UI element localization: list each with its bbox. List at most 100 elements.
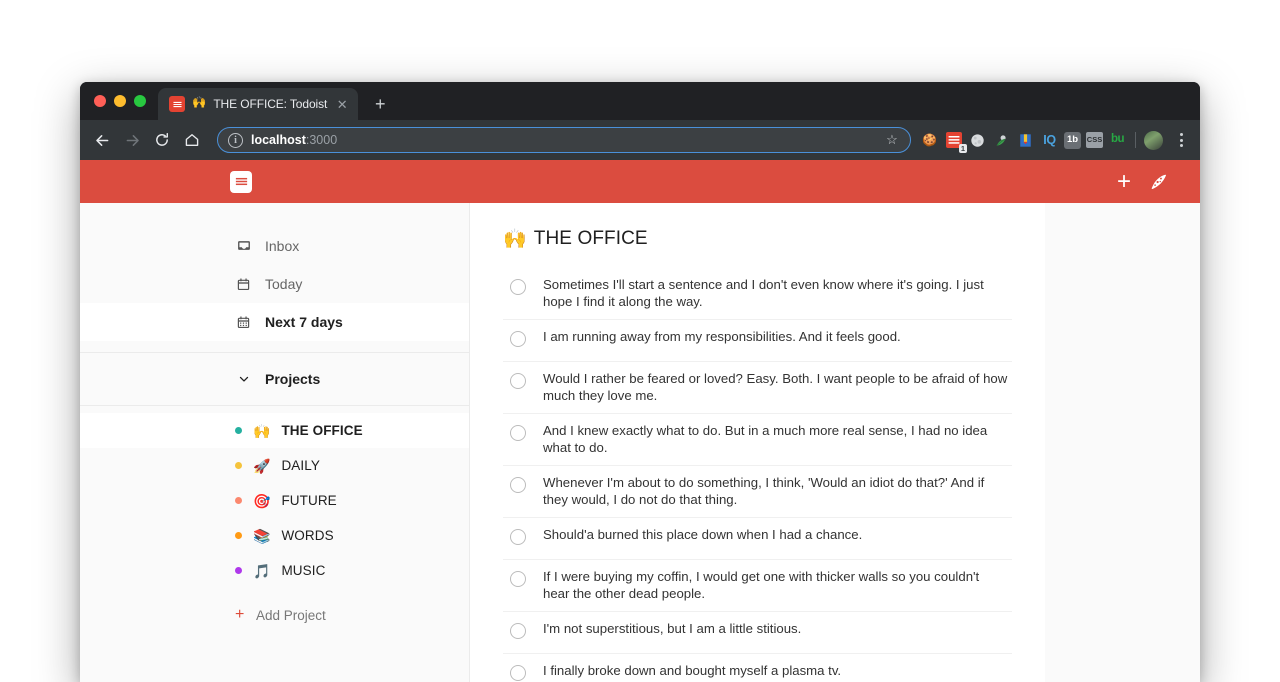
- home-button[interactable]: [178, 126, 206, 154]
- task-text: Whenever I'm about to do something, I th…: [543, 475, 985, 507]
- todoist-logo[interactable]: [230, 170, 252, 193]
- extension-badge-count: 1: [958, 143, 967, 153]
- cookie-extension-icon[interactable]: 🍪: [920, 131, 939, 150]
- project-color-dot: [235, 427, 242, 434]
- project-emoji-icon: 📚: [253, 527, 271, 544]
- project-color-dot: [235, 567, 242, 574]
- site-info-icon[interactable]: i: [228, 132, 243, 148]
- page-title-emoji-icon: 🙌: [503, 228, 527, 250]
- projects-label: Projects: [265, 371, 321, 387]
- task-text: Would I rather be feared or loved? Easy.…: [543, 371, 1008, 403]
- css-extension-icon[interactable]: CSS: [1086, 132, 1103, 148]
- task-row[interactable]: If I were buying my coffin, I would get …: [503, 560, 1012, 612]
- project-color-dot: [235, 532, 242, 539]
- project-emoji-icon: 🎵: [253, 562, 271, 579]
- profile-avatar[interactable]: [1144, 130, 1163, 150]
- globe-extension-icon[interactable]: [968, 131, 987, 150]
- browser-tab-strip: 🙌 THE OFFICE: Todoist ✕ +: [80, 82, 1200, 120]
- content-right-gutter: [1045, 203, 1200, 682]
- calendar-week-icon: [235, 314, 252, 331]
- task-row[interactable]: Would I rather be feared or loved? Easy.…: [503, 362, 1012, 414]
- page-title-text: THE OFFICE: [533, 228, 648, 249]
- url-text: localhost:3000: [251, 133, 875, 147]
- task-checkbox[interactable]: [510, 665, 526, 681]
- project-emoji-icon: 🙌: [253, 422, 271, 439]
- sidebar-divider: [80, 352, 469, 353]
- task-text: Sometimes I'll start a sentence and I do…: [543, 277, 984, 309]
- task-row[interactable]: Should'a burned this place down when I h…: [503, 518, 1012, 560]
- window-maximize-button[interactable]: [134, 95, 146, 107]
- app-header: +: [80, 160, 1200, 203]
- leaf-extension-icon[interactable]: [992, 131, 1011, 150]
- task-text: I finally broke down and bought myself a…: [543, 663, 842, 678]
- window-minimize-button[interactable]: [114, 95, 126, 107]
- add-project-button[interactable]: + Add Project: [80, 598, 469, 632]
- back-button[interactable]: [88, 126, 116, 154]
- forward-button[interactable]: [118, 126, 146, 154]
- sidebar-item-next-7-days[interactable]: Next 7 days: [80, 303, 469, 341]
- project-item-words[interactable]: 📚 WORDS: [80, 518, 469, 553]
- sidebar-item-label: Today: [265, 276, 303, 292]
- project-color-dot: [235, 462, 242, 469]
- todoist-favicon-icon: [169, 96, 185, 112]
- extension-icons: 🍪 1 IQ 1b CSS bu: [920, 129, 1191, 153]
- pizza-icon[interactable]: [1141, 165, 1175, 199]
- task-checkbox[interactable]: [510, 571, 526, 587]
- project-label: WORDS: [281, 528, 334, 543]
- inbox-icon: [235, 238, 252, 255]
- project-emoji-icon: 🚀: [253, 457, 271, 474]
- toolbar-divider: [1135, 132, 1136, 148]
- browser-tab-active[interactable]: 🙌 THE OFFICE: Todoist ✕: [158, 88, 359, 120]
- new-tab-button[interactable]: +: [366, 90, 394, 118]
- task-text: And I knew exactly what to do. But in a …: [543, 423, 988, 455]
- task-checkbox[interactable]: [510, 373, 526, 389]
- address-bar[interactable]: i localhost:3000 ☆: [217, 127, 911, 153]
- task-checkbox[interactable]: [510, 279, 526, 295]
- task-row[interactable]: I'm not superstitious, but I am a little…: [503, 612, 1012, 654]
- reload-button[interactable]: [148, 126, 176, 154]
- sidebar-item-inbox[interactable]: Inbox: [80, 227, 469, 265]
- project-label: DAILY: [281, 458, 320, 473]
- onebox-extension-icon[interactable]: 1b: [1064, 131, 1081, 149]
- main-content: 🙌 THE OFFICE Sometimes I'll start a sent…: [470, 203, 1045, 682]
- task-row[interactable]: I finally broke down and bought myself a…: [503, 654, 1012, 682]
- task-checkbox[interactable]: [510, 623, 526, 639]
- task-row[interactable]: I am running away from my responsibiliti…: [503, 320, 1012, 362]
- task-checkbox[interactable]: [510, 425, 526, 441]
- content-wrapper: 🙌 THE OFFICE Sometimes I'll start a sent…: [470, 203, 1200, 682]
- tab-emoji-icon: 🙌: [192, 97, 207, 110]
- task-text: If I were buying my coffin, I would get …: [543, 569, 980, 601]
- plus-icon: +: [235, 606, 245, 623]
- chevron-down-icon[interactable]: [235, 372, 252, 386]
- todoist-app: + Inbox Today Next 7 days Projects 🙌 THE…: [80, 160, 1200, 682]
- browser-window: 🙌 THE OFFICE: Todoist ✕ + i localhost:30…: [80, 82, 1200, 682]
- project-item-music[interactable]: 🎵 MUSIC: [80, 553, 469, 588]
- project-item-the-office[interactable]: 🙌 THE OFFICE: [80, 413, 469, 448]
- task-row[interactable]: Sometimes I'll start a sentence and I do…: [503, 268, 1012, 320]
- task-checkbox[interactable]: [510, 331, 526, 347]
- tab-close-icon[interactable]: ✕: [334, 96, 350, 112]
- task-row[interactable]: Whenever I'm about to do something, I th…: [503, 466, 1012, 518]
- bu-extension-icon[interactable]: bu: [1108, 131, 1127, 150]
- projects-section-header[interactable]: Projects: [80, 360, 469, 398]
- project-item-future[interactable]: 🎯 FUTURE: [80, 483, 469, 518]
- bookmark-star-icon[interactable]: ☆: [883, 131, 901, 149]
- todoist-extension-icon[interactable]: 1: [944, 131, 967, 153]
- browser-toolbar: i localhost:3000 ☆ 🍪 1 IQ 1b CSS bu: [80, 120, 1200, 160]
- sidebar-item-label: Next 7 days: [265, 314, 343, 330]
- iq-extension-icon[interactable]: IQ: [1040, 131, 1059, 150]
- bookmark-extension-icon[interactable]: [1016, 131, 1035, 150]
- add-task-button[interactable]: +: [1107, 165, 1141, 199]
- task-checkbox[interactable]: [510, 529, 526, 545]
- url-host: localhost: [251, 133, 306, 147]
- sidebar-item-today[interactable]: Today: [80, 265, 469, 303]
- task-text: Should'a burned this place down when I h…: [543, 527, 863, 542]
- task-text: I am running away from my responsibiliti…: [543, 329, 901, 344]
- window-close-button[interactable]: [94, 95, 106, 107]
- task-checkbox[interactable]: [510, 477, 526, 493]
- url-port: :3000: [305, 133, 338, 147]
- project-item-daily[interactable]: 🚀 DAILY: [80, 448, 469, 483]
- page-title: 🙌 THE OFFICE: [503, 228, 1012, 250]
- browser-menu-button[interactable]: [1171, 129, 1191, 151]
- task-row[interactable]: And I knew exactly what to do. But in a …: [503, 414, 1012, 466]
